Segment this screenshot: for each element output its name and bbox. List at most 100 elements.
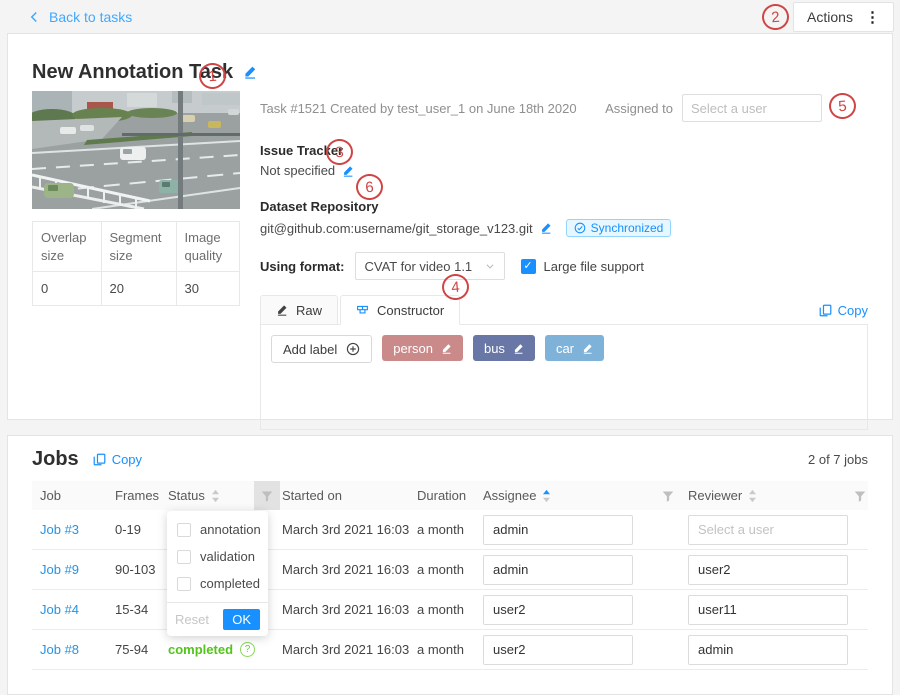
assignee-sort-icon[interactable] <box>542 489 551 503</box>
status-sort-icon[interactable] <box>211 489 220 503</box>
param-header-quality: Image quality <box>176 222 239 272</box>
assignee-input[interactable] <box>483 595 633 625</box>
column-header-status[interactable]: Status <box>168 481 280 510</box>
job-link[interactable]: Job #9 <box>40 562 79 577</box>
assignee-filter-icon[interactable] <box>662 490 674 502</box>
edit-label-bus-icon[interactable] <box>513 343 524 354</box>
job-started: March 3rd 2021 16:03 <box>280 562 415 577</box>
reviewer-input[interactable] <box>688 595 848 625</box>
check-circle-icon <box>574 222 586 234</box>
job-duration: a month <box>415 562 481 577</box>
column-header-duration[interactable]: Duration <box>415 488 481 503</box>
actions-button[interactable]: Actions ⋮ <box>793 2 894 32</box>
job-row: Job #9 90-103 March 3rd 2021 16:03 a mon… <box>32 550 868 590</box>
reviewer-input[interactable] <box>688 515 848 545</box>
add-label-label: Add label <box>283 342 337 357</box>
filter-option-validation[interactable]: validation <box>167 543 268 570</box>
job-duration: a month <box>415 522 481 537</box>
edit-repository-icon[interactable] <box>540 222 552 234</box>
reviewer-input[interactable] <box>688 635 848 665</box>
plus-circle-icon <box>346 342 360 356</box>
labels-constructor-panel: Add label person bus <box>260 324 868 430</box>
dataset-repository-value: git@github.com:username/git_storage_v123… <box>260 221 533 236</box>
job-frames: 75-94 <box>115 642 168 657</box>
assignee-input[interactable] <box>483 635 633 665</box>
label-bus-name: bus <box>484 341 505 356</box>
filter-option-annotation[interactable]: annotation <box>167 516 268 543</box>
edit-label-car-icon[interactable] <box>582 343 593 354</box>
large-file-checkbox[interactable]: ✓ <box>521 259 536 274</box>
task-meta-text: Task #1521 Created by test_user_1 on Jun… <box>260 101 577 116</box>
status-header-label: Status <box>168 488 205 503</box>
completed-checkbox[interactable] <box>177 577 191 591</box>
job-link[interactable]: Job #8 <box>40 642 79 657</box>
assignee-header-label: Assignee <box>483 488 536 503</box>
label-chip-person[interactable]: person <box>382 335 463 361</box>
param-value-overlap: 0 <box>33 272 102 306</box>
label-car-name: car <box>556 341 574 356</box>
assignee-input[interactable] <box>483 555 633 585</box>
job-row: Job #8 75-94 completed ? March 3rd 2021 … <box>32 630 868 670</box>
edit-issue-tracker-icon[interactable] <box>342 165 354 177</box>
completed-option-label: completed <box>200 576 260 591</box>
jobs-card: Jobs Copy 2 of 7 jobs Job Frames Status … <box>7 435 893 695</box>
build-blocks-icon <box>356 304 369 317</box>
assigned-to-label: Assigned to <box>605 101 673 116</box>
param-header-segment: Segment size <box>101 222 176 272</box>
edit-task-name-icon[interactable] <box>243 65 257 79</box>
label-chip-car[interactable]: car <box>545 335 604 361</box>
reviewer-sort-icon[interactable] <box>748 489 757 503</box>
assignee-input[interactable] <box>483 515 633 545</box>
labels-copy-label: Copy <box>838 303 868 318</box>
dataset-repository-label: Dataset Repository <box>260 199 868 214</box>
param-value-quality: 30 <box>176 272 239 306</box>
filter-option-completed[interactable]: completed <box>167 570 268 597</box>
back-to-tasks-link[interactable]: Back to tasks <box>28 9 132 25</box>
assigned-to-input[interactable] <box>682 94 822 122</box>
actions-label: Actions <box>807 9 853 25</box>
tab-raw[interactable]: Raw <box>260 295 338 325</box>
jobs-count: 2 of 7 jobs <box>808 452 868 467</box>
job-frames: 0-19 <box>115 522 168 537</box>
add-label-button[interactable]: Add label <box>271 335 372 363</box>
status-filter-icon[interactable] <box>254 481 280 510</box>
reviewer-header-label: Reviewer <box>688 488 742 503</box>
jobs-table-header: Job Frames Status Started on Duration As… <box>32 481 868 510</box>
label-chip-bus[interactable]: bus <box>473 335 535 361</box>
edit-label-person-icon[interactable] <box>441 343 452 354</box>
job-link[interactable]: Job #3 <box>40 522 79 537</box>
job-status-text: completed <box>168 642 233 657</box>
synchronized-badge[interactable]: Synchronized <box>566 219 672 237</box>
task-preview-image <box>32 91 240 209</box>
tab-constructor[interactable]: Constructor <box>340 295 460 325</box>
large-file-label: Large file support <box>544 259 644 274</box>
filter-reset-button[interactable]: Reset <box>175 612 209 627</box>
jobs-title: Jobs <box>32 448 79 471</box>
reviewer-filter-icon[interactable] <box>854 490 866 502</box>
annotation-checkbox[interactable] <box>177 523 191 537</box>
validation-checkbox[interactable] <box>177 550 191 564</box>
job-duration: a month <box>415 602 481 617</box>
annotation-option-label: annotation <box>200 522 261 537</box>
jobs-copy-button[interactable]: Copy <box>93 452 142 467</box>
format-select[interactable]: CVAT for video 1.1 <box>355 252 505 280</box>
column-header-reviewer[interactable]: Reviewer <box>686 481 868 510</box>
task-details-card: New Annotation Task <box>7 33 893 420</box>
column-header-assignee[interactable]: Assignee <box>481 481 686 510</box>
job-duration: a month <box>415 642 481 657</box>
job-started: March 3rd 2021 16:03 <box>280 642 415 657</box>
question-circle-icon[interactable]: ? <box>240 642 255 657</box>
job-link[interactable]: Job #4 <box>40 602 79 617</box>
column-header-frames[interactable]: Frames <box>115 488 168 503</box>
chevron-left-icon <box>28 11 40 23</box>
copy-icon <box>93 453 106 466</box>
column-header-started[interactable]: Started on <box>280 488 415 503</box>
job-frames: 90-103 <box>115 562 168 577</box>
tab-constructor-label: Constructor <box>377 303 444 318</box>
filter-ok-button[interactable]: OK <box>223 609 260 630</box>
reviewer-input[interactable] <box>688 555 848 585</box>
column-header-job[interactable]: Job <box>32 488 115 503</box>
param-header-overlap: Overlap size <box>33 222 102 272</box>
labels-copy-button[interactable]: Copy <box>819 303 868 325</box>
using-format-label: Using format: <box>260 259 345 274</box>
